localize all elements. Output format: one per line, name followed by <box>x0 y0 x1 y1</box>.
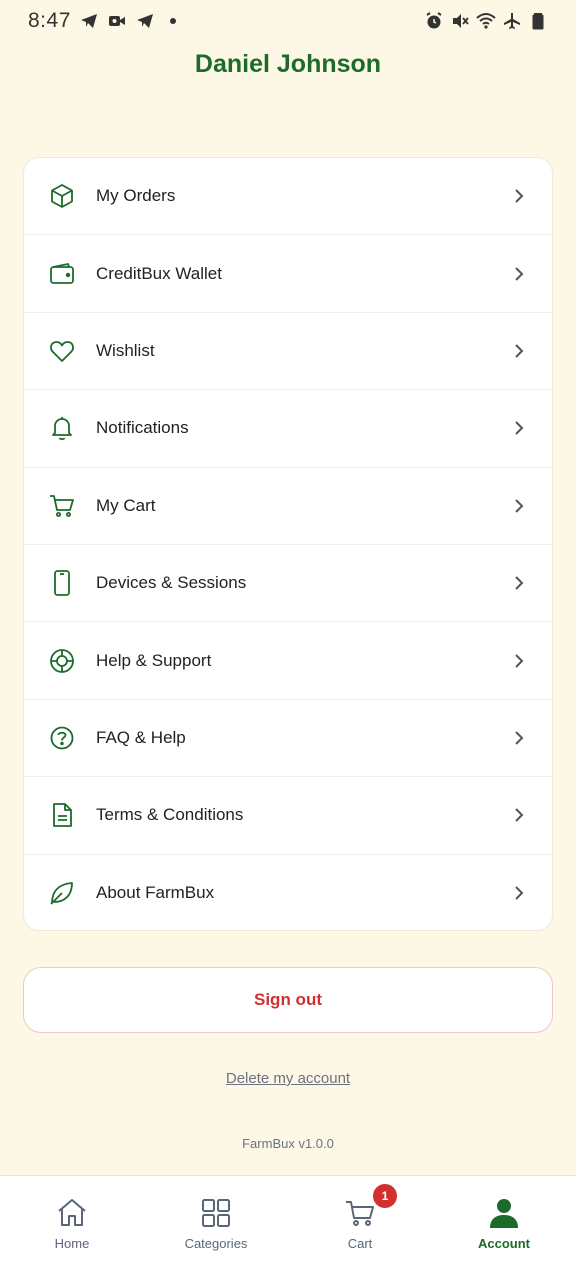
menu-item-my-orders[interactable]: My Orders <box>24 158 552 236</box>
document-icon <box>48 801 76 829</box>
battery-icon <box>528 11 548 31</box>
telegram-icon <box>135 11 155 31</box>
menu-item-help-support[interactable]: Help & Support <box>24 622 552 700</box>
nav-account[interactable]: Account <box>432 1176 576 1280</box>
bell-icon <box>48 414 76 442</box>
menu-item-devices-sessions[interactable]: Devices & Sessions <box>24 545 552 623</box>
status-right <box>424 11 548 31</box>
grid-icon <box>199 1196 233 1230</box>
question-icon <box>48 724 76 752</box>
nav-cart[interactable]: 1 Cart <box>288 1176 432 1280</box>
home-icon <box>55 1196 89 1230</box>
nav-home[interactable]: Home <box>0 1176 144 1280</box>
person-icon <box>487 1196 521 1230</box>
video-icon <box>107 11 127 31</box>
nav-label: Home <box>54 1236 90 1251</box>
leaf-icon <box>48 879 76 907</box>
status-time: 8:47 <box>28 9 71 32</box>
dot-icon <box>163 11 183 31</box>
menu-item-label: FAQ & Help <box>96 727 186 747</box>
chevron-right-icon <box>510 806 528 824</box>
menu-item-about-farmbux[interactable]: About FarmBux <box>24 855 552 930</box>
phone-icon <box>48 569 76 597</box>
chevron-right-icon <box>510 652 528 670</box>
mute-icon <box>450 11 470 31</box>
nav-label: Cart <box>347 1236 373 1251</box>
menu-item-label: Devices & Sessions <box>96 573 247 593</box>
cart-badge: 1 <box>373 1184 397 1208</box>
status-bar: 8:47 <box>0 0 576 42</box>
sign-out-button[interactable]: Sign out <box>23 967 553 1033</box>
wallet-icon <box>48 260 76 288</box>
bottom-nav: Home Categories 1 Cart Account <box>0 1175 576 1280</box>
telegram-icon <box>79 11 99 31</box>
status-left: 8:47 <box>28 9 183 33</box>
menu-item-notifications[interactable]: Notifications <box>24 390 552 468</box>
alarm-icon <box>424 11 444 31</box>
menu-item-label: CreditBux Wallet <box>96 263 222 283</box>
menu-item-label: Help & Support <box>96 650 212 670</box>
app-version: FarmBux v1.0.0 <box>242 1136 334 1151</box>
user-name: Daniel Johnson <box>194 50 382 78</box>
menu-item-wishlist[interactable]: Wishlist <box>24 313 552 391</box>
menu-item-label: My Cart <box>96 495 156 515</box>
chevron-right-icon <box>510 729 528 747</box>
menu-item-label: About FarmBux <box>96 883 215 903</box>
menu-item-creditbux-wallet[interactable]: CreditBux Wallet <box>24 235 552 313</box>
delete-account-link[interactable]: Delete my account <box>0 1070 576 1087</box>
lifebuoy-icon <box>48 647 76 675</box>
menu-item-my-cart[interactable]: My Cart <box>24 468 552 545</box>
menu-item-terms-conditions[interactable]: Terms & Conditions <box>24 777 552 855</box>
menu-item-faq-help[interactable]: FAQ & Help <box>24 700 552 778</box>
wifi-icon <box>476 11 496 31</box>
menu-item-label: Terms & Conditions <box>96 805 244 825</box>
nav-label: Categories <box>184 1236 248 1251</box>
nav-categories[interactable]: Categories <box>144 1176 288 1280</box>
menu-item-label: Notifications <box>96 418 189 438</box>
chevron-right-icon <box>510 342 528 360</box>
account-menu: My Orders CreditBux Wallet Wishlist Noti… <box>23 157 553 931</box>
chevron-right-icon <box>510 419 528 437</box>
menu-item-label: My Orders <box>96 186 176 206</box>
chevron-right-icon <box>510 884 528 902</box>
menu-item-label: Wishlist <box>96 340 155 360</box>
chevron-right-icon <box>510 497 528 515</box>
chevron-right-icon <box>510 265 528 283</box>
chevron-right-icon <box>510 187 528 205</box>
cart-icon: 1 <box>343 1184 397 1230</box>
heart-icon <box>48 337 76 365</box>
cart-icon <box>48 492 76 520</box>
box-icon <box>48 182 76 210</box>
nav-label: Account <box>478 1236 530 1251</box>
airplane-icon <box>502 11 522 31</box>
chevron-right-icon <box>510 574 528 592</box>
